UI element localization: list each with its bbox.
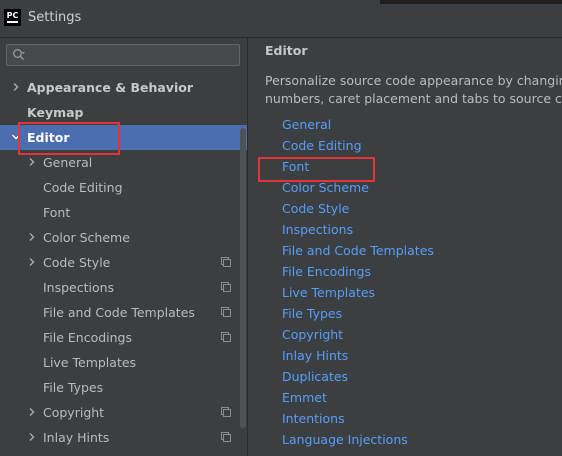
link-file-encodings[interactable]: File Encodings	[282, 264, 371, 279]
sidebar-item-inlay-hints[interactable]: Inlay Hints	[0, 425, 247, 450]
project-scope-icon	[221, 432, 231, 442]
sidebar-item-label: File Types	[43, 380, 104, 395]
editor-highlight-box	[18, 122, 120, 155]
title-bar: PC Settings	[0, 0, 562, 38]
sidebar-item-font[interactable]: Font	[0, 200, 247, 225]
settings-sidebar: Appearance & Behavior Keymap Editor General…	[0, 38, 248, 456]
pycharm-logo-icon: PC	[4, 9, 21, 26]
sidebar-item-label: Inspections	[43, 280, 115, 295]
sidebar-item-file-types[interactable]: File Types	[0, 375, 247, 400]
link-copyright[interactable]: Copyright	[282, 327, 343, 342]
chevron-right-icon[interactable]	[27, 257, 37, 267]
sidebar-item-file-and-code-templates[interactable]: File and Code Templates	[0, 300, 247, 325]
link-intentions[interactable]: Intentions	[282, 411, 345, 426]
sidebar-item-appearance-behavior[interactable]: Appearance & Behavior	[0, 75, 247, 100]
project-scope-icon	[221, 257, 231, 267]
link-color-scheme[interactable]: Color Scheme	[282, 180, 369, 195]
sidebar-item-label: Code Editing	[43, 180, 123, 195]
link-file-and-code-templates[interactable]: File and Code Templates	[282, 243, 434, 258]
sidebar-item-label: Live Templates	[43, 355, 137, 370]
sidebar-item-code-editing[interactable]: Code Editing	[0, 175, 247, 200]
sidebar-scrollbar[interactable]	[240, 128, 246, 428]
sidebar-item-file-encodings[interactable]: File Encodings	[0, 325, 247, 350]
page-description: Personalize source code appearance by ch…	[265, 72, 562, 108]
search-icon	[13, 49, 25, 60]
link-language-injections[interactable]: Language Injections	[282, 432, 408, 447]
sidebar-item-live-templates[interactable]: Live Templates	[0, 350, 247, 375]
sidebar-item-inspections[interactable]: Inspections	[0, 275, 247, 300]
description-line-2: numbers, caret placement and tabs to sou…	[265, 91, 562, 106]
link-live-templates[interactable]: Live Templates	[282, 285, 375, 300]
app-icon-text: PC	[6, 11, 19, 20]
project-scope-icon	[221, 282, 231, 292]
chevron-right-icon[interactable]	[11, 82, 21, 92]
project-scope-icon	[221, 307, 231, 317]
link-code-style[interactable]: Code Style	[282, 201, 349, 216]
chevron-right-icon[interactable]	[27, 432, 37, 442]
link-emmet[interactable]: Emmet	[282, 390, 327, 405]
page-title: Editor	[265, 43, 308, 58]
sidebar-item-label: Inlay Hints	[43, 430, 110, 445]
settings-content: Editor Personalize source code appearanc…	[248, 38, 562, 456]
search-input[interactable]	[33, 47, 237, 65]
project-scope-icon	[221, 407, 231, 417]
link-inlay-hints[interactable]: Inlay Hints	[282, 348, 348, 363]
chevron-right-icon[interactable]	[27, 232, 37, 242]
sidebar-item-copyright[interactable]: Copyright	[0, 400, 247, 425]
link-file-types[interactable]: File Types	[282, 306, 342, 321]
sidebar-item-label: Code Style	[43, 255, 111, 270]
link-code-editing[interactable]: Code Editing	[282, 138, 362, 153]
link-inspections[interactable]: Inspections	[282, 222, 353, 237]
font-highlight-box	[258, 157, 375, 182]
sidebar-item-label: Copyright	[43, 405, 105, 420]
chevron-right-icon[interactable]	[27, 407, 37, 417]
sidebar-item-label: Font	[43, 205, 71, 220]
sidebar-item-label: File Encodings	[43, 330, 133, 345]
chevron-right-icon[interactable]	[27, 157, 37, 167]
search-box[interactable]	[6, 44, 240, 66]
link-general[interactable]: General	[282, 117, 331, 132]
title-bar-decoration	[380, 0, 562, 4]
sidebar-item-label: Appearance & Behavior	[27, 80, 193, 95]
sidebar-item-code-style[interactable]: Code Style	[0, 250, 247, 275]
sidebar-item-color-scheme[interactable]: Color Scheme	[0, 225, 247, 250]
description-line-1: Personalize source code appearance by ch…	[265, 73, 562, 88]
window-title: Settings	[28, 10, 82, 25]
link-duplicates[interactable]: Duplicates	[282, 369, 348, 384]
project-scope-icon	[221, 332, 231, 342]
sidebar-item-label: File and Code Templates	[43, 305, 195, 320]
sidebar-item-label: Color Scheme	[43, 230, 130, 245]
